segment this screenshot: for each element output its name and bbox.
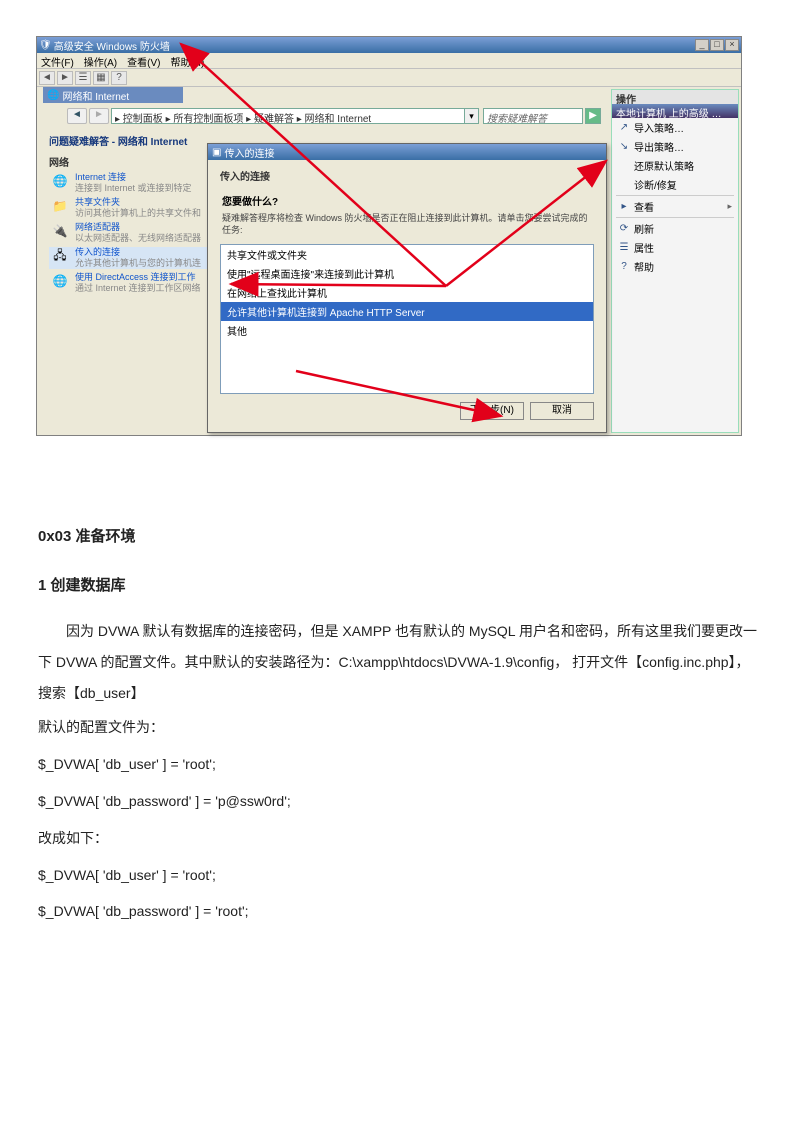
toolbar: ◄ ► ☰ ▦ ? (37, 69, 741, 87)
option-item[interactable]: 使用"远程桌面连接"来连接到此计算机 (221, 264, 593, 283)
sub-tab[interactable]: 🌐 网络和 Internet (43, 87, 183, 103)
dialog-subtitle: 传入的连接 (208, 160, 606, 185)
code-line: $_DVWA[ 'db_user' ] = 'root'; (38, 749, 762, 780)
actions-pane: 操作 本地计算机 上的高级 … ↗ 导入策略… ↘ 导出策略… 还原默认策略 诊断/… (611, 89, 739, 433)
item-title: 使用 DirectAccess 连接到工作 (75, 272, 196, 282)
dialog-titlebar: ▣传入的连接 (208, 144, 606, 160)
action-import[interactable]: ↗ 导入策略… (612, 118, 738, 137)
option-item[interactable]: 共享文件或文件夹 (221, 245, 593, 264)
breadcrumb-path[interactable]: ▸ 控制面板 ▸ 所有控制面板项 ▸ 疑难解答 ▸ 网络和 Internet (111, 108, 465, 124)
menu-file[interactable]: 文件(F) (41, 54, 74, 67)
code-line: $_DVWA[ 'db_password' ] = 'root'; (38, 896, 762, 927)
menu-view[interactable]: 查看(V) (127, 54, 160, 67)
action-label: 还原默认策略 (634, 158, 694, 173)
nav-fwd-icon[interactable]: ► (57, 71, 73, 85)
nav-back-icon[interactable]: ◄ (39, 71, 55, 85)
item-sub: 连接到 Internet 或连接到特定 (75, 183, 192, 194)
code-line: $_DVWA[ 'db_user' ] = 'root'; (38, 860, 762, 891)
globe-icon: 🌐 (49, 272, 71, 290)
export-icon: ↘ (618, 141, 630, 153)
item-title: 传入的连接 (75, 247, 120, 257)
titlebar: 🛡高级安全 Windows 防火墙 _ □ × (37, 37, 741, 53)
action-label: 导出策略… (634, 139, 684, 154)
actions-title: 操作 (612, 90, 738, 104)
breadcrumb-drop-icon[interactable]: ▾ (465, 108, 479, 124)
breadcrumb-row: ◄ ► ▸ 控制面板 ▸ 所有控制面板项 ▸ 疑难解答 ▸ 网络和 Intern… (67, 107, 601, 125)
action-help[interactable]: ? 帮助 (612, 257, 738, 276)
paragraph: 因为 DVWA 默认有数据库的连接密码，但是 XAMPP 也有默认的 MySQL… (38, 616, 762, 708)
option-item[interactable]: 在网络上查找此计算机 (221, 283, 593, 302)
options-listbox[interactable]: 共享文件或文件夹 使用"远程桌面连接"来连接到此计算机 在网络上查找此计算机 允… (220, 244, 594, 394)
action-view[interactable]: ▸ 查看 ▸ (612, 197, 738, 216)
diagnose-icon (618, 179, 630, 191)
option-item-selected[interactable]: 允许其他计算机连接到 Apache HTTP Server (221, 302, 593, 321)
earth-icon: 🌐 (47, 90, 59, 101)
dialog-question: 您要做什么? (208, 185, 606, 210)
action-label: 刷新 (634, 221, 654, 236)
maximize-button[interactable]: □ (710, 39, 724, 51)
action-label: 查看 (634, 199, 654, 214)
item-sub: 允许其他计算机与您的计算机连 (75, 258, 201, 269)
window-title: 高级安全 Windows 防火墙 (54, 38, 170, 53)
actions-header: 本地计算机 上的高级 … (612, 104, 738, 118)
section-heading: 0x03 准备环境 (38, 520, 762, 553)
minimize-button[interactable]: _ (695, 39, 709, 51)
cancel-button[interactable]: 取消 (530, 402, 594, 420)
dialog-title: 传入的连接 (224, 145, 274, 160)
code-line: $_DVWA[ 'db_password' ] = 'p@ssw0rd'; (38, 786, 762, 817)
toolbar-btn[interactable]: ? (111, 71, 127, 85)
menu-help[interactable]: 帮助(H) (170, 54, 204, 67)
action-label: 诊断/修复 (634, 177, 677, 192)
search-button[interactable]: ▶ (585, 108, 601, 124)
import-icon: ↗ (618, 122, 630, 134)
properties-icon: ☰ (618, 242, 630, 254)
action-export[interactable]: ↘ 导出策略… (612, 137, 738, 156)
action-diagnose[interactable]: 诊断/修复 (612, 175, 738, 194)
shield-icon: 🛡 (39, 40, 52, 51)
item-sub: 通过 Internet 连接到工作区网络 (75, 283, 201, 294)
toolbar-btn[interactable]: ▦ (93, 71, 109, 85)
back-icon[interactable]: ◄ (67, 108, 87, 124)
adapter-icon: 🔌 (49, 222, 71, 240)
toolbar-btn[interactable]: ☰ (75, 71, 91, 85)
action-label: 属性 (634, 240, 654, 255)
item-sub: 访问其他计算机上的共享文件和 (75, 208, 201, 219)
search-input[interactable]: 搜索疑难解答 (483, 108, 583, 124)
view-icon: ▸ (618, 201, 630, 213)
chevron-right-icon: ▸ (727, 201, 732, 212)
refresh-icon: ⟳ (618, 223, 630, 235)
option-item[interactable]: 其他 (221, 321, 593, 340)
dialog: ▣传入的连接 传入的连接 您要做什么? 疑难解答程序将检查 Windows 防火… (207, 143, 607, 433)
paragraph: 改成如下： (38, 823, 762, 854)
forward-icon[interactable]: ► (89, 108, 109, 124)
document-body: 0x03 准备环境 1 创建数据库 因为 DVWA 默认有数据库的连接密码，但是… (0, 436, 800, 993)
subsection-heading: 1 创建数据库 (38, 569, 762, 602)
menubar: 文件(F) 操作(A) 查看(V) 帮助(H) (37, 53, 741, 69)
restore-icon (618, 160, 630, 172)
item-title: 网络适配器 (75, 222, 120, 232)
help-icon: ? (618, 261, 630, 273)
item-title: 共享文件夹 (75, 197, 120, 207)
main-window: 🛡高级安全 Windows 防火墙 _ □ × 文件(F) 操作(A) 查看(V… (36, 36, 742, 436)
close-button[interactable]: × (725, 39, 739, 51)
menu-action[interactable]: 操作(A) (84, 54, 117, 67)
action-label: 导入策略… (634, 120, 684, 135)
action-properties[interactable]: ☰ 属性 (612, 238, 738, 257)
action-refresh[interactable]: ⟳ 刷新 (612, 219, 738, 238)
dialog-description: 疑难解答程序将检查 Windows 防火墙是否正在阻止连接到此计算机。请单击您要… (208, 210, 606, 240)
window-icon: ▣ (212, 147, 221, 158)
incoming-icon: 🖧 (49, 247, 71, 265)
item-sub: 以太网适配器、无线网络适配器 (75, 233, 201, 244)
paragraph: 默认的配置文件为： (38, 712, 762, 743)
action-restore[interactable]: 还原默认策略 (612, 156, 738, 175)
folder-icon: 📁 (49, 197, 71, 215)
action-label: 帮助 (634, 259, 654, 274)
globe-icon: 🌐 (49, 172, 71, 190)
sub-tab-label: 网络和 Internet (62, 88, 129, 103)
next-button[interactable]: 下一步(N) (460, 402, 524, 420)
item-title: Internet 连接 (75, 172, 126, 182)
